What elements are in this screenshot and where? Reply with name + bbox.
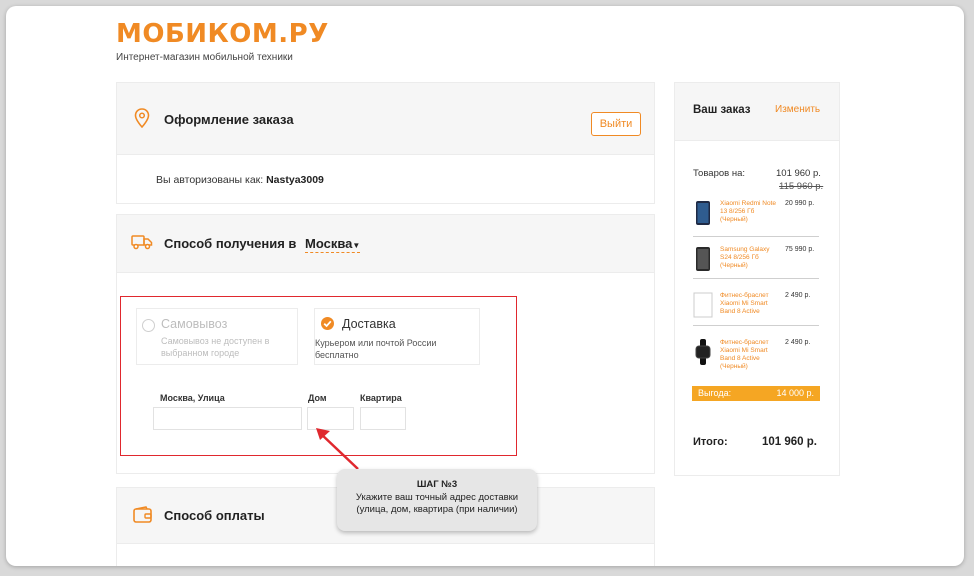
delivery-title: Способ получения в [164, 236, 297, 251]
logout-button[interactable]: Выйти [591, 112, 641, 136]
items-total-value: 101 960 р. [776, 168, 821, 179]
tooltip-line-1: Укажите ваш точный адрес доставки [355, 491, 519, 503]
product-thumbnail [696, 201, 710, 225]
tooltip-line-2: (улица, дом, квартира (при наличии) [356, 504, 518, 515]
divider [693, 278, 819, 279]
order-item: Samsung Galaxy S24 8/256 Гб (Черный) 75 … [693, 246, 819, 282]
page-frame: МОБИКОМ.РУ Интернет-магазин мобильной те… [6, 6, 964, 566]
order-item-name[interactable]: Xiaomi Redmi Note 13 8/256 Гб (Черный) [720, 200, 780, 224]
delivery-truck-icon [131, 235, 153, 250]
order-item: Xiaomi Redmi Note 13 8/256 Гб (Черный) 2… [693, 200, 819, 236]
payment-body-panel [116, 543, 655, 566]
total-label: Итого: [693, 436, 728, 448]
order-edit-link[interactable]: Изменить [775, 104, 820, 115]
city-selector[interactable]: Москва▼ [305, 236, 361, 253]
order-item-price: 75 990 р. [785, 246, 815, 253]
check-icon [321, 317, 334, 330]
street-label: Москва, Улица [160, 393, 225, 403]
courier-option[interactable]: Доставка Курьером или почтой России бесп… [314, 308, 480, 365]
order-item-name[interactable]: Samsung Galaxy S24 8/256 Гб (Черный) [720, 246, 780, 270]
product-thumbnail [695, 339, 711, 365]
pickup-subtitle: Самовывоз не доступен в выбранном городе [161, 336, 270, 358]
order-item-name[interactable]: Фитнес-браслет Xiaomi Mi Smart Band 8 Ac… [720, 339, 780, 371]
total-value: 101 960 р. [762, 436, 817, 448]
step-tooltip: ШАГ №3 Укажите ваш точный адрес доставки… [337, 469, 537, 531]
auth-username: Nastya3009 [266, 174, 324, 186]
apartment-input[interactable] [360, 407, 406, 430]
checkout-title: Оформление заказа [164, 112, 294, 127]
arrow-icon [316, 428, 359, 470]
site-logo[interactable]: МОБИКОМ.РУ Интернет-магазин мобильной те… [116, 18, 329, 63]
items-total-label: Товаров на: [693, 168, 745, 179]
pickup-option: Самовывоз Самовывоз не доступен в выбран… [136, 308, 298, 365]
courier-title: Доставка [342, 317, 396, 331]
house-label: Дом [308, 393, 327, 403]
product-thumbnail [693, 292, 713, 318]
order-item-price: 20 990 р. [785, 200, 815, 207]
wallet-icon [133, 506, 152, 523]
benefit-value: 14 000 р. [776, 388, 814, 398]
apartment-label: Квартира [360, 393, 402, 403]
street-input[interactable] [153, 407, 302, 430]
pickup-radio [142, 319, 155, 332]
order-item-price: 2 490 р. [785, 339, 811, 346]
benefit-badge: Выгода: 14 000 р. [692, 386, 820, 401]
auth-prefix: Вы авторизованы как: [156, 174, 264, 186]
divider [693, 325, 819, 326]
items-old-total: 115 960 р. [779, 181, 824, 192]
order-item-price: 2 490 р. [785, 292, 811, 299]
pickup-title: Самовывоз [161, 317, 228, 331]
order-item: Фитнес-браслет Xiaomi Mi Smart Band 8 Ac… [693, 339, 819, 379]
benefit-label: Выгода: [698, 388, 732, 398]
order-item: Фитнес-браслет Xiaomi Mi Smart Band 8 Ac… [693, 292, 819, 328]
product-thumbnail [696, 247, 710, 271]
order-title: Ваш заказ [693, 104, 751, 116]
logo-tagline: Интернет-магазин мобильной техники [116, 52, 293, 63]
order-item-name[interactable]: Фитнес-браслет Xiaomi Mi Smart Band 8 Ac… [720, 292, 780, 316]
payment-title: Способ оплаты [164, 508, 265, 523]
city-name: Москва [305, 236, 353, 251]
chevron-down-icon: ▼ [352, 241, 361, 250]
tooltip-step: ШАГ №3 [416, 479, 458, 490]
divider [693, 236, 819, 237]
courier-subtitle: Курьером или почтой России бесплатно [315, 338, 437, 360]
location-pin-icon [134, 108, 150, 128]
logo-text: МОБИКОМ.РУ [116, 19, 329, 49]
auth-info: Вы авторизованы как: Nastya3009 [156, 174, 324, 186]
